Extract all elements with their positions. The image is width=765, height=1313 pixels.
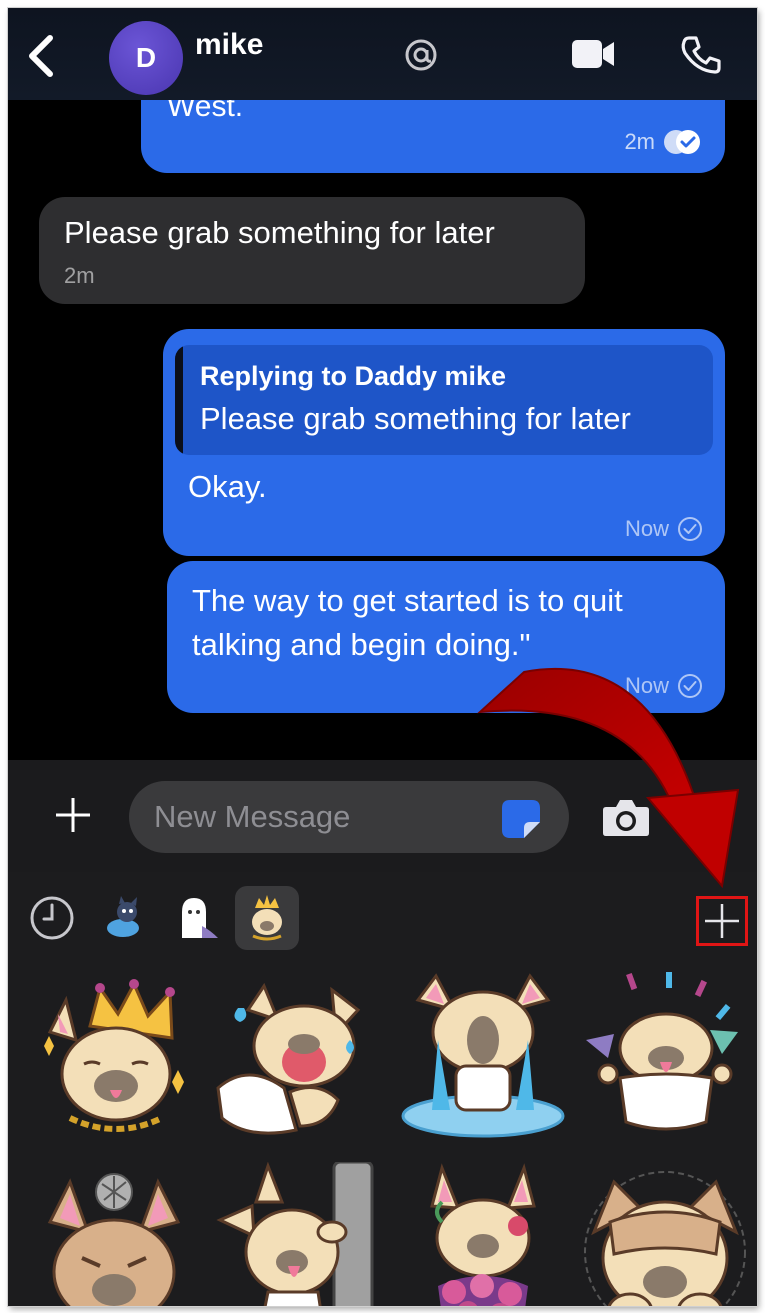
mention-button[interactable] [404,38,438,72]
reply-quoted-text: Please grab something for later [200,401,631,436]
message-time: Now [624,673,669,698]
message-meta: Now [625,516,703,542]
cat-sticker-pack-icon [107,896,139,937]
message-bubble-outgoing[interactable]: Replying to Daddy mike Please grab somet… [163,329,725,556]
message-time: 2m [64,263,95,288]
ghost-sticker-pack-icon [182,898,218,938]
voice-call-button[interactable] [680,34,722,76]
crying-dog-sticker[interactable] [208,970,378,1140]
avatar-initial: D [135,42,157,73]
chevron-left-icon [29,35,53,77]
message-composer [8,760,757,872]
sticker-button[interactable] [500,798,542,840]
microphone-button[interactable] [694,794,724,838]
microphone-icon [695,796,723,836]
recent-stickers-tab[interactable] [20,886,84,950]
video-call-button[interactable] [570,36,616,72]
message-time: 2m [624,129,655,154]
sobbing-puddle-dog-sticker[interactable] [398,970,568,1140]
message-meta: Now [625,673,703,699]
flower-dog-sticker[interactable] [398,1162,568,1306]
read-receipt-icon [664,130,700,154]
message-text: The way to get started is to quit talkin… [192,583,623,662]
plus-icon [56,798,90,832]
avatar[interactable]: D [109,21,183,95]
message-bubble-outgoing[interactable]: The way to get started is to quit talkin… [167,561,725,713]
message-meta: 2m [624,129,701,155]
message-time: Now [624,516,669,541]
sent-check-icon [678,517,702,541]
chat-screen: West. 2m Please grab something for later… [8,8,757,1306]
back-button[interactable] [22,30,62,80]
add-sticker-pack-button[interactable] [696,896,748,946]
party-dog-sticker[interactable] [580,970,750,1140]
king-dog-sticker-pack-icon [252,895,282,941]
camera-icon [603,800,649,836]
crowned-dog-sticker[interactable] [30,970,200,1140]
sticker-pack-tab[interactable] [93,886,157,950]
message-text: Okay. [188,469,267,504]
chat-header: D mike [8,8,757,100]
video-camera-icon [572,40,614,68]
add-attachment-button[interactable] [54,796,92,834]
sticker-tray [8,872,757,1306]
sent-check-icon [678,674,702,698]
clock-icon [30,896,74,940]
angry-dog-sticker[interactable] [30,1162,200,1306]
camera-button[interactable] [602,797,650,837]
contact-name[interactable]: mike [195,28,263,62]
message-meta: 2m [64,263,95,289]
message-bubble-incoming[interactable]: Please grab something for later 2m [39,197,585,304]
phone-icon [681,36,721,74]
sticker-icon [502,800,540,838]
quoted-reply[interactable]: Replying to Daddy mike Please grab somet… [175,345,713,455]
reply-title: Replying to Daddy mike [200,361,507,391]
at-sign-icon [405,39,437,71]
message-text: Please grab something for later [64,215,495,250]
covering-eyes-dog-sticker[interactable] [580,1162,750,1306]
peeking-dog-sticker[interactable] [208,1160,378,1306]
sticker-pack-tab[interactable] [166,886,230,950]
sticker-pack-tab-selected[interactable] [235,886,299,950]
plus-icon [705,904,739,938]
quote-bar [175,345,183,455]
